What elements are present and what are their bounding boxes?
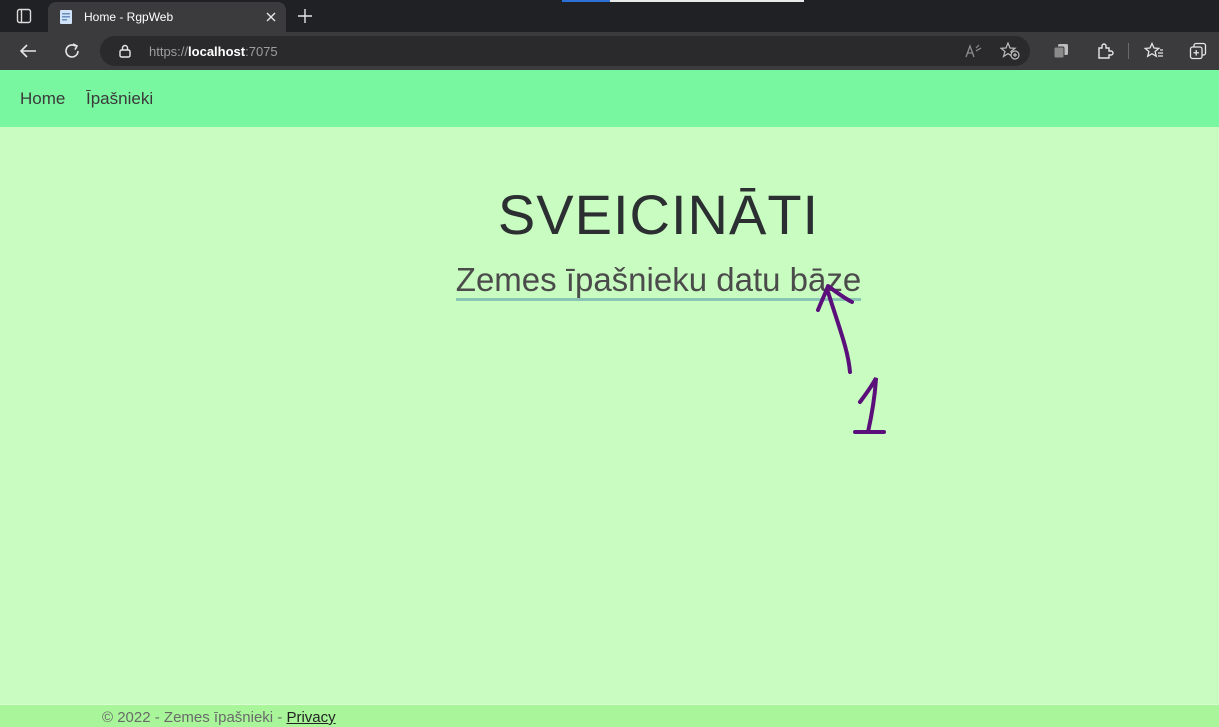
toolbar-separator — [1128, 43, 1129, 59]
privacy-link[interactable]: Privacy — [286, 709, 335, 726]
annotation-arrow-shaft — [826, 290, 852, 374]
address-bar[interactable]: https://localhost:7075 — [100, 36, 1030, 66]
lock-icon[interactable] — [117, 43, 133, 59]
url-text: https://localhost:7075 — [149, 44, 278, 59]
tab-strip: Home - RgpWeb — [0, 0, 1219, 32]
tab-actions-icon[interactable] — [8, 4, 40, 28]
collections-icon[interactable] — [1046, 37, 1076, 65]
nav-owners-link[interactable]: Īpašnieki — [86, 89, 153, 109]
extensions-icon[interactable] — [1090, 37, 1120, 65]
footer-copyright: © 2022 - Zemes īpašnieki - — [102, 709, 287, 726]
nav-home-link[interactable]: Home — [20, 89, 65, 109]
site-footer: © 2022 - Zemes īpašnieki - Privacy — [0, 704, 1219, 727]
close-icon[interactable] — [262, 8, 280, 26]
read-aloud-icon[interactable] — [963, 41, 985, 61]
tab-title: Home - RgpWeb — [84, 10, 174, 24]
welcome-heading: SVEICINĀTI — [497, 183, 820, 246]
url-port: :7075 — [245, 44, 278, 59]
refresh-icon[interactable] — [57, 37, 87, 65]
main-content: SVEICINĀTI Zemes īpašnieku datu bāze — [0, 127, 1219, 704]
site-navbar: Home Īpašnieki — [0, 70, 1219, 127]
loading-indicator-fill — [562, 0, 610, 2]
browser-tab[interactable]: Home - RgpWeb — [48, 2, 286, 32]
owners-database-link[interactable]: Zemes īpašnieku datu bāze — [0, 261, 1219, 301]
footer-text: © 2022 - Zemes īpašnieki - Privacy — [102, 709, 336, 726]
annotation-number-one — [858, 377, 878, 434]
favicon-icon — [58, 9, 74, 25]
back-icon[interactable] — [13, 37, 43, 65]
annotation-arrow-head — [816, 284, 854, 312]
add-favorite-icon[interactable] — [999, 41, 1021, 61]
new-tab-icon[interactable] — [292, 4, 318, 28]
browser-toolbar: https://localhost:7075 — [0, 32, 1219, 70]
copilot-icon[interactable] — [1183, 37, 1213, 65]
url-host: localhost — [188, 44, 246, 59]
loading-indicator — [562, 0, 804, 2]
url-scheme: https:// — [149, 44, 189, 59]
annotation-arrow-one — [816, 284, 886, 434]
favorites-icon[interactable] — [1139, 37, 1169, 65]
